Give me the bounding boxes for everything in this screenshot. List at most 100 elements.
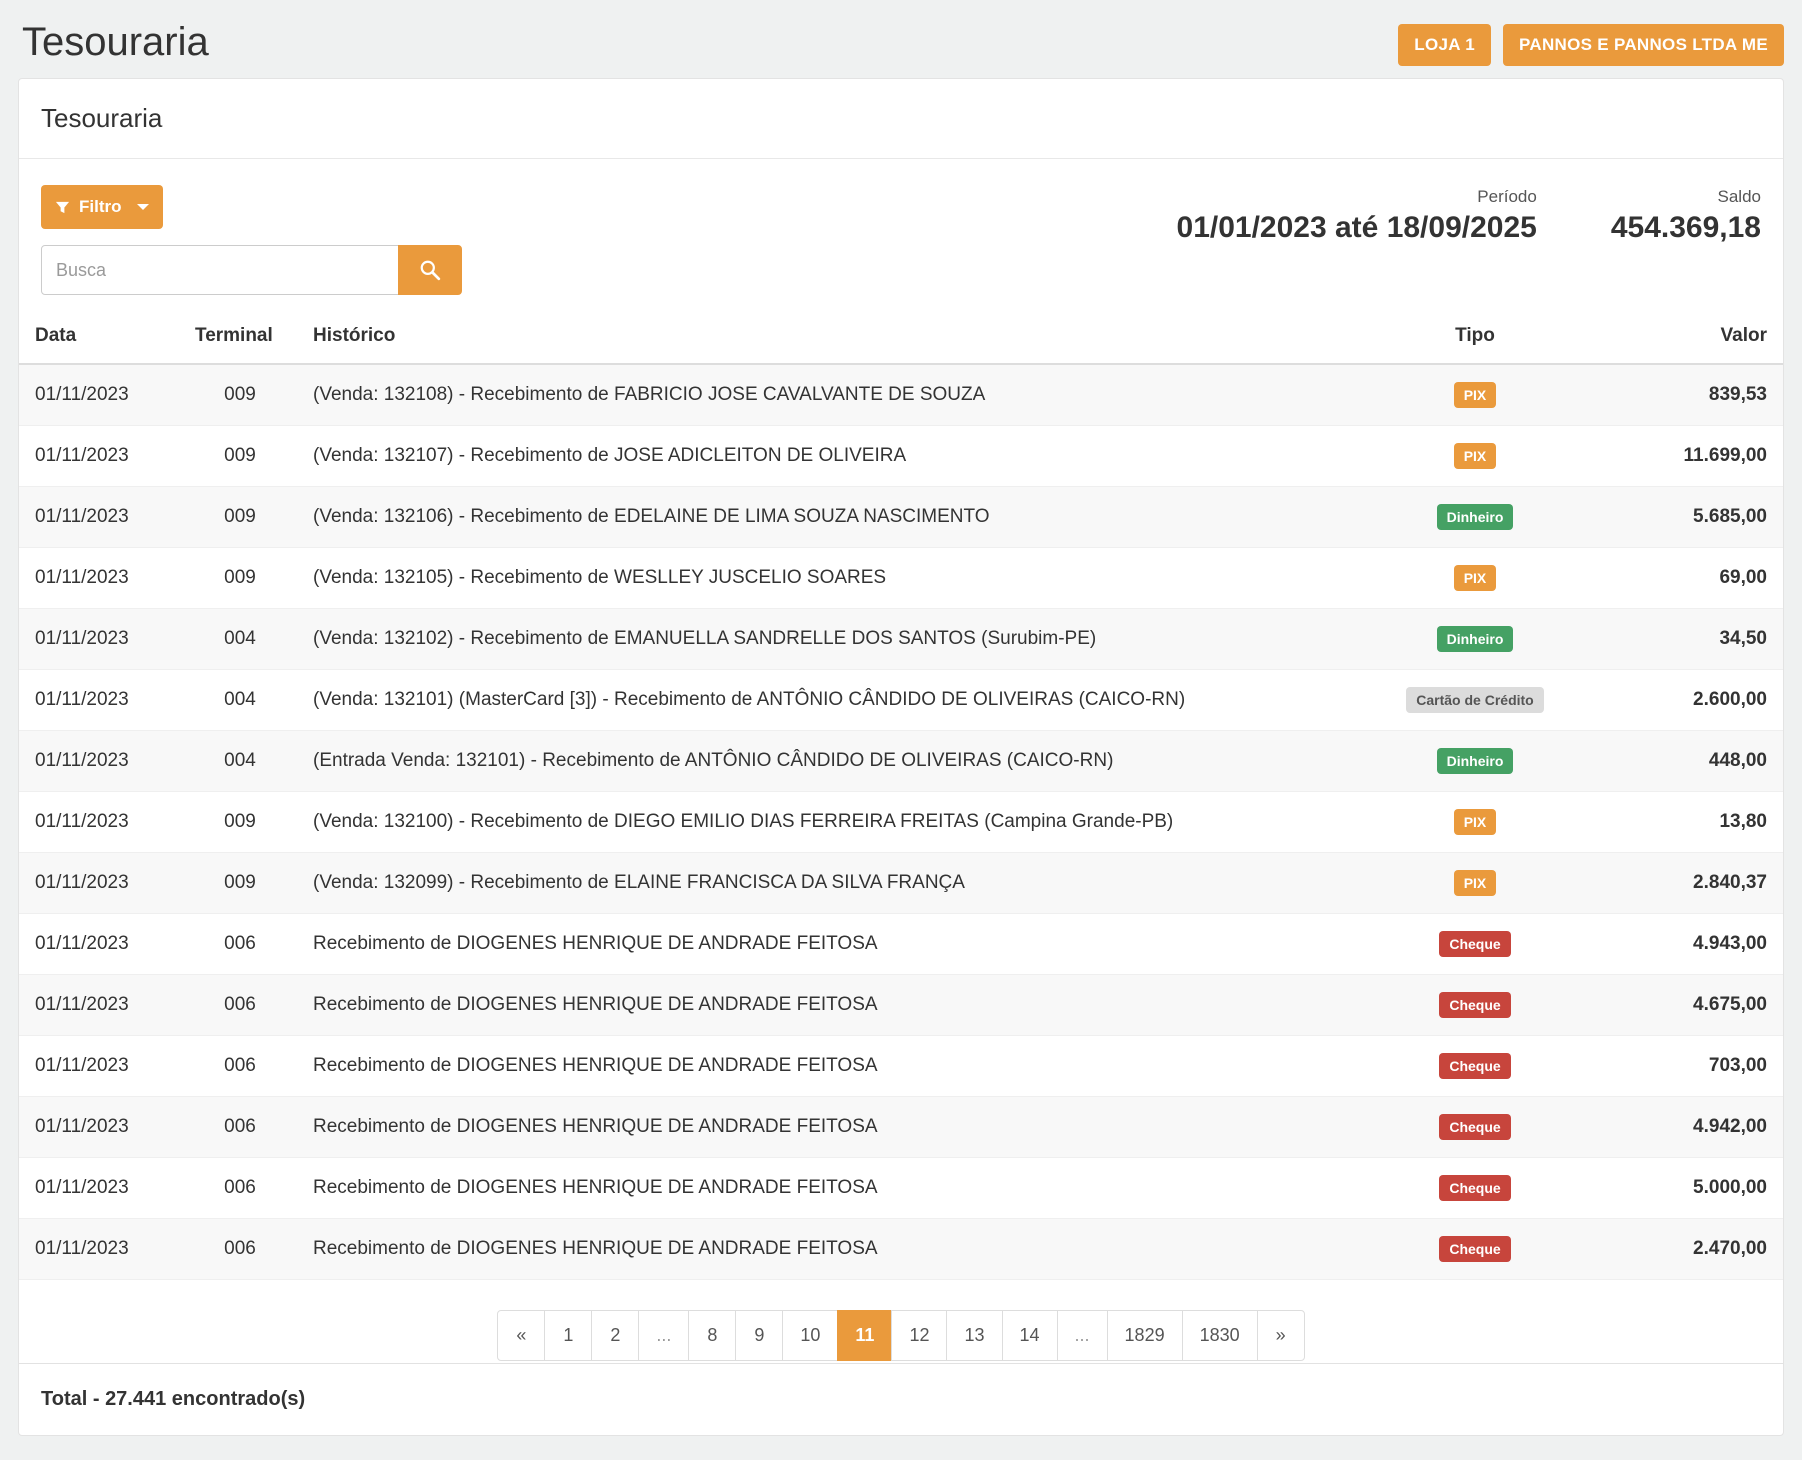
tipo-badge: PIX — [1454, 809, 1497, 835]
cell-terminal: 004 — [177, 670, 303, 731]
tipo-badge: Cheque — [1439, 1175, 1510, 1201]
page: Tesouraria LOJA 1 PANNOS E PANNOS LTDA M… — [0, 0, 1802, 1460]
pagination-page-8[interactable]: 8 — [688, 1310, 736, 1361]
cell-historico: (Entrada Venda: 132101) - Recebimento de… — [303, 731, 1353, 792]
cell-historico: Recebimento de DIOGENES HENRIQUE DE ANDR… — [303, 914, 1353, 975]
cell-valor: 4.943,00 — [1597, 914, 1783, 975]
table-row[interactable]: 01/11/2023 009 (Venda: 132108) - Recebim… — [19, 364, 1783, 426]
cell-data: 01/11/2023 — [19, 1219, 177, 1280]
cell-terminal: 004 — [177, 731, 303, 792]
filter-button-label: Filtro — [79, 197, 122, 217]
period-stat: Período 01/01/2023 até 18/09/2025 — [1177, 187, 1537, 245]
pagination-page-1[interactable]: 1 — [544, 1310, 592, 1361]
search-button[interactable] — [398, 245, 462, 295]
cell-valor: 34,50 — [1597, 609, 1783, 670]
cell-historico: (Venda: 132100) - Recebimento de DIEGO E… — [303, 792, 1353, 853]
table-row[interactable]: 01/11/2023 004 (Venda: 132101) (MasterCa… — [19, 670, 1783, 731]
pagination-page-2[interactable]: 2 — [591, 1310, 639, 1361]
controls-row: Filtro Período 01/01/2023 até 18/09/2025 — [19, 159, 1783, 309]
table-row[interactable]: 01/11/2023 009 (Venda: 132100) - Recebim… — [19, 792, 1783, 853]
page-title: Tesouraria — [22, 20, 209, 65]
cell-data: 01/11/2023 — [19, 487, 177, 548]
table-row[interactable]: 01/11/2023 004 (Entrada Venda: 132101) -… — [19, 731, 1783, 792]
cell-terminal: 009 — [177, 426, 303, 487]
table-row[interactable]: 01/11/2023 006 Recebimento de DIOGENES H… — [19, 914, 1783, 975]
table-row[interactable]: 01/11/2023 006 Recebimento de DIOGENES H… — [19, 1158, 1783, 1219]
cell-historico: Recebimento de DIOGENES HENRIQUE DE ANDR… — [303, 1036, 1353, 1097]
table-row[interactable]: 01/11/2023 004 (Venda: 132102) - Recebim… — [19, 609, 1783, 670]
pagination-page-9[interactable]: 9 — [735, 1310, 783, 1361]
tipo-badge: Dinheiro — [1437, 626, 1514, 652]
cell-tipo: PIX — [1353, 426, 1597, 487]
column-header-historico: Histórico — [303, 309, 1353, 364]
table-row[interactable]: 01/11/2023 009 (Venda: 132107) - Recebim… — [19, 426, 1783, 487]
tipo-badge: Cheque — [1439, 1114, 1510, 1140]
cell-terminal: 009 — [177, 853, 303, 914]
tipo-badge: Cheque — [1439, 992, 1510, 1018]
filter-icon — [55, 200, 70, 215]
store-button[interactable]: LOJA 1 — [1398, 24, 1491, 66]
cell-terminal: 006 — [177, 1036, 303, 1097]
cell-data: 01/11/2023 — [19, 975, 177, 1036]
cell-valor: 2.840,37 — [1597, 853, 1783, 914]
table-header-row: Data Terminal Histórico Tipo Valor — [19, 309, 1783, 364]
pagination-prev[interactable]: « — [497, 1310, 545, 1361]
period-label: Período — [1177, 187, 1537, 207]
table-row[interactable]: 01/11/2023 006 Recebimento de DIOGENES H… — [19, 1097, 1783, 1158]
company-button[interactable]: PANNOS E PANNOS LTDA ME — [1503, 24, 1784, 66]
cell-historico: Recebimento de DIOGENES HENRIQUE DE ANDR… — [303, 1219, 1353, 1280]
table-row[interactable]: 01/11/2023 009 (Venda: 132105) - Recebim… — [19, 548, 1783, 609]
pagination-page-14[interactable]: 14 — [1002, 1310, 1058, 1361]
cell-historico: (Venda: 132107) - Recebimento de JOSE AD… — [303, 426, 1353, 487]
pagination-page-10[interactable]: 10 — [782, 1310, 838, 1361]
cell-data: 01/11/2023 — [19, 548, 177, 609]
search-icon — [419, 259, 441, 281]
cell-tipo: Cheque — [1353, 1097, 1597, 1158]
cell-historico: (Venda: 132101) (MasterCard [3]) - Receb… — [303, 670, 1353, 731]
pagination-page-12[interactable]: 12 — [891, 1310, 947, 1361]
filter-button[interactable]: Filtro — [41, 185, 163, 229]
column-header-tipo: Tipo — [1353, 309, 1597, 364]
cell-data: 01/11/2023 — [19, 1036, 177, 1097]
pagination-ellipsis: ... — [638, 1310, 689, 1361]
cell-historico: Recebimento de DIOGENES HENRIQUE DE ANDR… — [303, 1158, 1353, 1219]
column-header-data: Data — [19, 309, 177, 364]
transactions-table: Data Terminal Histórico Tipo Valor 01/11… — [19, 309, 1783, 1280]
search-input[interactable] — [41, 245, 399, 295]
cell-tipo: Cheque — [1353, 1219, 1597, 1280]
pagination-page-13[interactable]: 13 — [946, 1310, 1002, 1361]
cell-tipo: Dinheiro — [1353, 487, 1597, 548]
total-summary: Total - 27.441 encontrado(s) — [19, 1363, 1783, 1435]
cell-valor: 5.685,00 — [1597, 487, 1783, 548]
balance-stat: Saldo 454.369,18 — [1611, 187, 1761, 245]
cell-historico: (Venda: 132106) - Recebimento de EDELAIN… — [303, 487, 1353, 548]
pagination-page-1830[interactable]: 1830 — [1182, 1310, 1258, 1361]
table-row[interactable]: 01/11/2023 006 Recebimento de DIOGENES H… — [19, 1036, 1783, 1097]
cell-data: 01/11/2023 — [19, 364, 177, 426]
cell-data: 01/11/2023 — [19, 609, 177, 670]
cell-valor: 2.470,00 — [1597, 1219, 1783, 1280]
column-header-valor: Valor — [1597, 309, 1783, 364]
table-row[interactable]: 01/11/2023 009 (Venda: 132106) - Recebim… — [19, 487, 1783, 548]
cell-terminal: 006 — [177, 914, 303, 975]
pagination-next[interactable]: » — [1257, 1310, 1305, 1361]
tipo-badge: Cheque — [1439, 1236, 1510, 1262]
pagination-page-1829[interactable]: 1829 — [1107, 1310, 1183, 1361]
cell-data: 01/11/2023 — [19, 853, 177, 914]
cell-tipo: Cheque — [1353, 975, 1597, 1036]
cell-tipo: Cheque — [1353, 1158, 1597, 1219]
cell-valor: 2.600,00 — [1597, 670, 1783, 731]
table-row[interactable]: 01/11/2023 009 (Venda: 132099) - Recebim… — [19, 853, 1783, 914]
table-row[interactable]: 01/11/2023 006 Recebimento de DIOGENES H… — [19, 975, 1783, 1036]
chevron-down-icon — [137, 204, 149, 210]
cell-historico: (Venda: 132108) - Recebimento de FABRICI… — [303, 364, 1353, 426]
cell-tipo: PIX — [1353, 364, 1597, 426]
cell-valor: 448,00 — [1597, 731, 1783, 792]
tipo-badge: Dinheiro — [1437, 748, 1514, 774]
table-row[interactable]: 01/11/2023 006 Recebimento de DIOGENES H… — [19, 1219, 1783, 1280]
tipo-badge: PIX — [1454, 382, 1497, 408]
cell-terminal: 009 — [177, 364, 303, 426]
cell-valor: 703,00 — [1597, 1036, 1783, 1097]
balance-label: Saldo — [1611, 187, 1761, 207]
pagination-page-11[interactable]: 11 — [837, 1310, 892, 1361]
